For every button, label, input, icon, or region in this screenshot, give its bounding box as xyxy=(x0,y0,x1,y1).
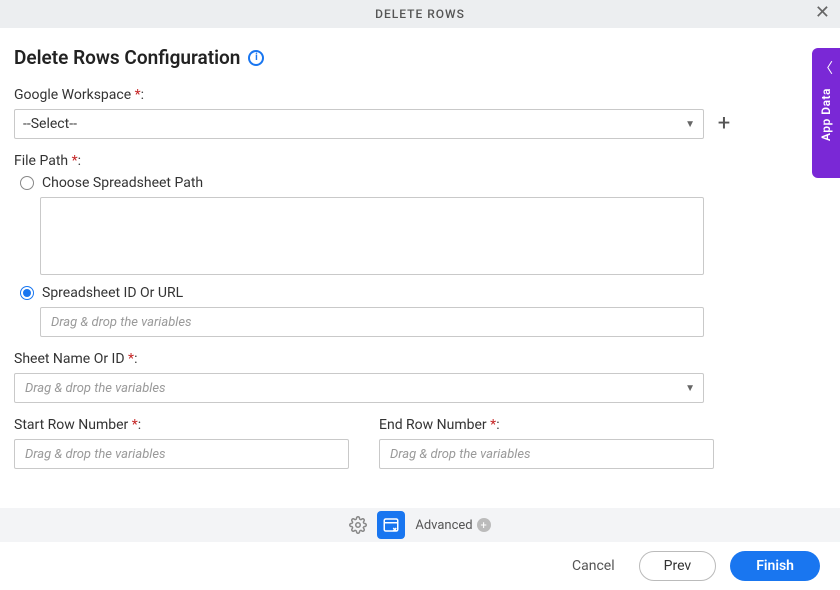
add-workspace-button[interactable]: + xyxy=(714,114,734,134)
start-row-label: Start Row Number *: xyxy=(14,417,349,433)
prev-button[interactable]: Prev xyxy=(639,551,717,581)
end-row-input[interactable]: Drag & drop the variables xyxy=(379,439,714,469)
cancel-button[interactable]: Cancel xyxy=(562,552,625,580)
row-number-row: Start Row Number *: Drag & drop the vari… xyxy=(14,417,714,469)
sheet-name-field: Sheet Name Or ID *: Drag & drop the vari… xyxy=(14,351,826,403)
form-view-button[interactable] xyxy=(377,511,405,539)
spreadsheet-id-label: Spreadsheet ID Or URL xyxy=(42,285,183,301)
sheet-name-select[interactable]: Drag & drop the variables ▼ xyxy=(14,373,704,403)
form-icon xyxy=(382,516,400,534)
dialog-header: DELETE ROWS ✕ xyxy=(0,0,840,28)
sheet-name-placeholder: Drag & drop the variables xyxy=(25,381,166,396)
chevron-left-icon: 〈 xyxy=(819,58,833,78)
app-data-label: App Data xyxy=(819,88,833,141)
advanced-toggle[interactable]: Advanced + xyxy=(415,518,490,533)
page-title: Delete Rows Configuration xyxy=(14,46,240,69)
app-data-drawer-tab[interactable]: 〈 App Data xyxy=(812,48,840,178)
google-workspace-label: Google Workspace *: xyxy=(14,87,826,103)
finish-button[interactable]: Finish xyxy=(730,551,820,581)
dialog-footer: Cancel Prev Finish xyxy=(0,542,840,590)
choose-spreadsheet-path-radio[interactable]: Choose Spreadsheet Path xyxy=(20,175,826,191)
dialog-content: Delete Rows Configuration i Google Works… xyxy=(0,28,840,479)
file-path-field: File Path *: Choose Spreadsheet Path Spr… xyxy=(14,153,826,337)
end-row-placeholder: Drag & drop the variables xyxy=(390,447,531,462)
close-icon[interactable]: ✕ xyxy=(815,4,830,22)
gear-icon[interactable] xyxy=(349,516,367,534)
google-workspace-field: Google Workspace *: --Select-- ▼ + xyxy=(14,87,826,139)
spreadsheet-id-placeholder: Drag & drop the variables xyxy=(51,315,192,330)
start-row-input[interactable]: Drag & drop the variables xyxy=(14,439,349,469)
sheet-name-label: Sheet Name Or ID *: xyxy=(14,351,826,367)
chevron-down-icon: ▼ xyxy=(685,119,695,130)
choose-spreadsheet-path-label: Choose Spreadsheet Path xyxy=(42,175,203,191)
radio-checked-icon xyxy=(20,286,34,300)
google-workspace-select[interactable]: --Select-- ▼ xyxy=(14,109,704,139)
radio-unchecked-icon xyxy=(20,176,34,190)
google-workspace-value: --Select-- xyxy=(23,116,77,132)
end-row-field: End Row Number *: Drag & drop the variab… xyxy=(379,417,714,469)
info-icon[interactable]: i xyxy=(248,50,264,66)
chevron-down-icon: ▼ xyxy=(685,383,695,394)
start-row-placeholder: Drag & drop the variables xyxy=(25,447,166,462)
file-path-label: File Path *: xyxy=(14,153,826,169)
toolbar: Advanced + xyxy=(0,508,840,542)
spreadsheet-id-radio[interactable]: Spreadsheet ID Or URL xyxy=(20,285,826,301)
page-title-row: Delete Rows Configuration i xyxy=(14,46,826,69)
start-row-field: Start Row Number *: Drag & drop the vari… xyxy=(14,417,349,469)
spreadsheet-id-input[interactable]: Drag & drop the variables xyxy=(40,307,704,337)
spreadsheet-path-box[interactable] xyxy=(40,197,704,275)
dialog-title: DELETE ROWS xyxy=(375,7,465,21)
plus-circle-icon: + xyxy=(477,518,491,532)
end-row-label: End Row Number *: xyxy=(379,417,714,433)
